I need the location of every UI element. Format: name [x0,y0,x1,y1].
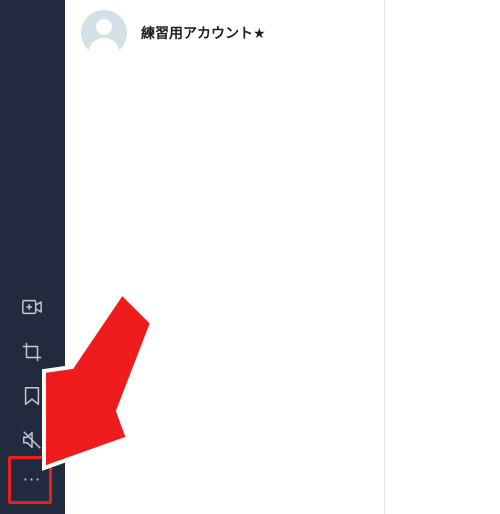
highlight-box [8,456,52,504]
chat-name: 練習用アカウント★ [141,26,266,42]
bookmark-icon[interactable] [17,381,47,411]
chat-list-item[interactable]: 練習用アカウント★ [81,9,371,57]
content-panel [385,0,500,514]
avatar [81,10,127,56]
chat-list-panel: 練習用アカウント★ [65,0,385,514]
sidebar: ··· [0,0,65,514]
mute-icon[interactable] [17,425,47,455]
video-plus-icon[interactable] [17,292,47,322]
crop-icon[interactable] [17,337,47,367]
